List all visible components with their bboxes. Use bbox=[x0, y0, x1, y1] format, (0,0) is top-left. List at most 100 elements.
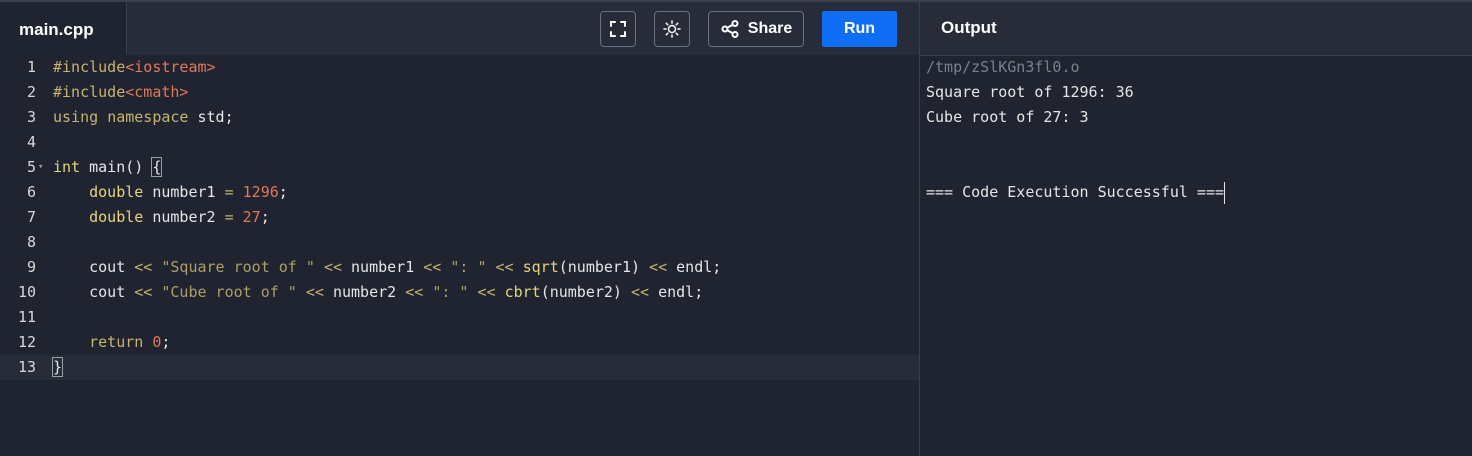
output-line: Cube root of 27: 3 bbox=[926, 105, 1089, 130]
code-token: = bbox=[224, 183, 234, 201]
code-token: << bbox=[649, 258, 668, 276]
code-text: #include<cmath> bbox=[53, 80, 188, 105]
line-number: 2 bbox=[26, 83, 36, 101]
fullscreen-icon bbox=[610, 21, 626, 37]
theme-toggle-button[interactable] bbox=[654, 11, 690, 47]
code-line[interactable]: 10 cout << "Cube root of " << number2 <<… bbox=[0, 280, 919, 305]
code-line[interactable]: 2 #include<cmath> bbox=[0, 80, 919, 105]
fold-arrow-icon[interactable]: ▾ bbox=[38, 155, 43, 180]
line-number: 3 bbox=[26, 108, 36, 126]
code-token: << bbox=[134, 258, 153, 276]
code-token: << bbox=[477, 283, 496, 301]
line-number: 6 bbox=[26, 183, 36, 201]
code-editor[interactable]: 1 #include<iostream> 2 #include<cmath> 3 usin… bbox=[0, 55, 919, 456]
code-line[interactable]: 1 #include<iostream> bbox=[0, 55, 919, 80]
fullscreen-button[interactable] bbox=[600, 11, 636, 47]
code-token: sqrt bbox=[522, 258, 559, 276]
line-number: 5 bbox=[26, 158, 36, 176]
code-token: ; bbox=[260, 208, 270, 226]
code-token: ": " bbox=[450, 258, 487, 276]
code-line[interactable]: 9 cout << "Square root of " << number1 <… bbox=[0, 255, 919, 280]
output-text: /tmp/zSlKGn3fl0.o bbox=[926, 58, 1080, 76]
code-token: 27 bbox=[242, 208, 261, 226]
code-token: namespace bbox=[107, 108, 189, 126]
line-number: 10 bbox=[17, 283, 36, 301]
code-token: int bbox=[53, 158, 81, 176]
run-button[interactable]: Run bbox=[822, 11, 897, 47]
code-line[interactable]: 5 ▾ int main() { bbox=[0, 155, 919, 180]
code-line[interactable]: 6 double number1 = 1296; bbox=[0, 180, 919, 205]
share-button[interactable]: Share bbox=[708, 11, 804, 47]
code-token: "Square root of " bbox=[161, 258, 315, 276]
code-token: { bbox=[151, 157, 163, 177]
file-tab-main-cpp[interactable]: main.cpp bbox=[0, 2, 127, 57]
code-line[interactable]: 3 using namespace std; bbox=[0, 105, 919, 130]
code-token: return bbox=[89, 333, 144, 351]
output-line: === Code Execution Successful === bbox=[926, 180, 1226, 205]
line-number: 9 bbox=[26, 258, 36, 276]
code-text: using namespace std; bbox=[53, 105, 234, 130]
code-token: << bbox=[305, 283, 324, 301]
line-number: 12 bbox=[17, 333, 36, 351]
line-number: 8 bbox=[26, 233, 36, 251]
share-label: Share bbox=[747, 20, 793, 37]
code-line[interactable]: 11 bbox=[0, 305, 919, 330]
code-token: double bbox=[89, 183, 144, 201]
code-token: #include bbox=[53, 58, 126, 76]
code-token: cout bbox=[53, 283, 135, 301]
code-line[interactable]: 8 bbox=[0, 230, 919, 255]
code-line[interactable]: 13} bbox=[0, 355, 919, 380]
code-text: #include<iostream> bbox=[53, 55, 216, 80]
output-line: Square root of 1296: 36 bbox=[926, 80, 1134, 105]
code-token: << bbox=[423, 258, 442, 276]
run-label: Run bbox=[843, 20, 876, 37]
code-line[interactable]: 12 return 0; bbox=[0, 330, 919, 355]
code-text: cout << "Cube root of " << number2 << ":… bbox=[53, 280, 703, 305]
code-token: number1 bbox=[342, 258, 424, 276]
code-token: "Cube root of " bbox=[161, 283, 297, 301]
code-token: cout bbox=[53, 258, 135, 276]
code-token: << bbox=[495, 258, 514, 276]
code-token: cbrt bbox=[504, 283, 541, 301]
code-token: (number1) bbox=[558, 258, 650, 276]
code-text: cout << "Square root of " << number1 << … bbox=[53, 255, 721, 280]
line-number: 1 bbox=[26, 58, 36, 76]
code-token: ": " bbox=[432, 283, 469, 301]
code-token: number2 bbox=[143, 208, 225, 226]
code-token: << bbox=[323, 258, 342, 276]
code-line[interactable]: 7 double number2 = 27; bbox=[0, 205, 919, 230]
output-text: === Code Execution Successful === bbox=[926, 183, 1225, 201]
code-text: return 0; bbox=[53, 330, 170, 355]
code-token: << bbox=[631, 283, 650, 301]
code-token: ; bbox=[161, 333, 171, 351]
top-toolbar: main.cpp Share Run Output bbox=[0, 0, 1472, 57]
output-panel: /tmp/zSlKGn3fl0.o Square root of 1296: 36… bbox=[920, 55, 1472, 456]
line-number: 13 bbox=[17, 358, 36, 376]
code-token: ; bbox=[278, 183, 288, 201]
code-line[interactable]: 4 bbox=[0, 130, 919, 155]
code-token: std; bbox=[188, 108, 234, 126]
output-panel-title: Output bbox=[941, 18, 997, 37]
text-cursor bbox=[1224, 181, 1226, 204]
code-token: endl; bbox=[667, 258, 722, 276]
output-text: Cube root of 27: 3 bbox=[926, 108, 1089, 126]
code-text: double number2 = 27; bbox=[53, 205, 270, 230]
code-token: #include bbox=[53, 83, 126, 101]
output-text: Square root of 1296: 36 bbox=[926, 83, 1134, 101]
code-token: using bbox=[53, 108, 99, 126]
code-token: <cmath> bbox=[125, 83, 189, 101]
code-token: 1296 bbox=[242, 183, 279, 201]
line-number: 4 bbox=[26, 133, 36, 151]
